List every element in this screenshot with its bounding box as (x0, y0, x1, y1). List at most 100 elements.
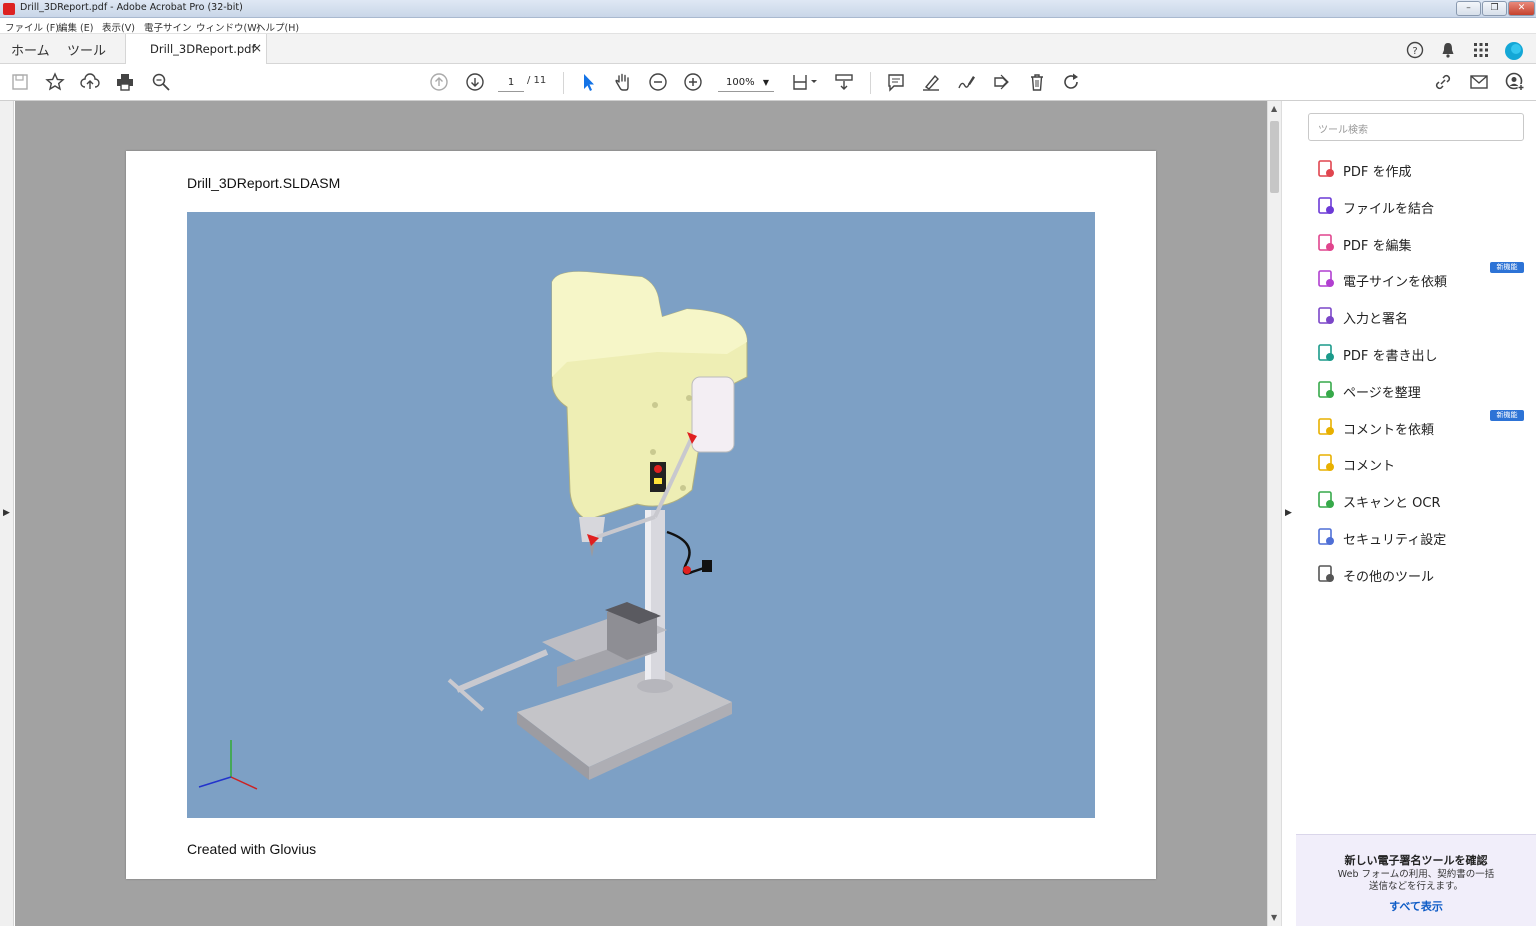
request-comments-icon (1316, 417, 1336, 437)
esign-promo-panel: 新しい電子署名ツールを確認 Web フォームの利用、契約書の一括送信などを行えま… (1296, 834, 1536, 926)
collapse-right-pane-icon: ▶ (1285, 508, 1292, 518)
search-zoom-icon[interactable] (150, 72, 172, 94)
tool-item[interactable]: コメントを依頼 新機能 (1296, 409, 1536, 443)
menu-edit[interactable]: 編集 (E) (58, 20, 93, 34)
tool-item-label: ファイルを結合 (1343, 201, 1435, 217)
edit-pdf-icon (1316, 233, 1336, 253)
chevron-down-icon: ▼ (762, 78, 769, 87)
close-tab-icon[interactable]: × (252, 41, 262, 55)
tool-item[interactable]: ページを整理 (1296, 376, 1536, 406)
tool-item[interactable]: PDF を編集 (1296, 229, 1536, 259)
document-heading: Drill_3DReport.SLDASM (187, 175, 341, 191)
next-page-icon[interactable] (464, 72, 486, 94)
tool-item-label: ページを整理 (1343, 385, 1421, 401)
right-pane-toggle[interactable]: ▶ (1281, 101, 1295, 926)
left-panel-toggle[interactable]: ▶ (0, 101, 14, 926)
minimize-button[interactable]: – (1456, 1, 1481, 16)
tool-item[interactable]: コメント (1296, 449, 1536, 479)
select-pointer-icon[interactable] (577, 72, 599, 94)
promo-show-all-link[interactable]: すべて表示 (1296, 898, 1536, 914)
scroll-up-icon[interactable]: ▲ (1271, 104, 1277, 113)
close-window-button[interactable]: ✕ (1508, 1, 1535, 16)
upload-cloud-icon[interactable] (79, 72, 101, 94)
security-shield-icon (1316, 527, 1336, 547)
scrollbar-thumb[interactable] (1270, 121, 1279, 193)
edit-text-icon[interactable] (990, 72, 1012, 94)
create-pdf-icon (1316, 159, 1336, 179)
scan-ocr-icon (1316, 490, 1336, 510)
scroll-down-icon[interactable]: ▼ (1271, 913, 1277, 922)
tool-item-label: コメント (1343, 459, 1396, 475)
tool-item[interactable]: PDF を書き出し (1296, 339, 1536, 369)
tool-item[interactable]: セキュリティ設定 (1296, 523, 1536, 553)
menu-esign[interactable]: 電子サイン (144, 20, 192, 34)
tool-item[interactable]: 入力と署名 (1296, 302, 1536, 332)
menu-view[interactable]: 表示(V) (102, 20, 135, 34)
page-number-input[interactable]: 1 (498, 73, 524, 92)
menu-bar: ファイル (F) 編集 (E) 表示(V) 電子サイン ウィンドウ(W) ヘルプ… (0, 18, 1536, 34)
sign-pen-icon[interactable] (955, 72, 977, 94)
main-toolbar: 1 / 11 100% ▼ (0, 64, 1536, 101)
page-total: / 11 (527, 75, 547, 86)
3d-model-viewport[interactable] (187, 212, 1095, 818)
account-avatar[interactable] (1504, 41, 1523, 60)
tool-item[interactable]: 電子サインを依頼 新機能 (1296, 262, 1536, 295)
apps-grid-icon[interactable] (1472, 41, 1490, 59)
tool-item[interactable]: その他のツール (1296, 560, 1536, 590)
promo-body: Web フォームの利用、契約書の一括送信などを行えます。 (1337, 869, 1495, 892)
print-icon[interactable] (114, 72, 136, 94)
expand-left-icon: ▶ (3, 508, 10, 518)
tab-tools[interactable]: ツール (67, 40, 106, 59)
zoom-level-select[interactable]: 100% ▼ (718, 73, 774, 92)
comment-icon (1316, 453, 1336, 473)
tool-item[interactable]: PDF を作成 (1296, 155, 1536, 185)
scroll-mode-icon[interactable] (833, 72, 855, 94)
toolbar-divider (870, 72, 871, 94)
new-feature-badge: 新機能 (1490, 409, 1524, 421)
delete-trash-icon[interactable] (1026, 72, 1048, 94)
save-icon[interactable] (9, 72, 31, 94)
bookmark-star-icon[interactable] (44, 72, 66, 94)
combine-files-icon (1316, 196, 1336, 216)
tool-item-label: PDF を書き出し (1343, 349, 1438, 364)
email-icon[interactable] (1468, 72, 1490, 94)
tool-item-label: セキュリティ設定 (1343, 533, 1447, 548)
tool-item[interactable]: スキャンと OCR (1296, 486, 1536, 516)
highlight-pen-icon[interactable] (920, 72, 942, 94)
pdf-page: Drill_3DReport.SLDASM Created with Glovi… (126, 151, 1156, 879)
export-pdf-icon (1316, 343, 1336, 363)
document-footer-text: Created with Glovius (187, 841, 317, 857)
rotate-icon[interactable] (1061, 72, 1083, 94)
tool-item-label: PDF を編集 (1343, 238, 1412, 254)
tool-item-label: PDF を作成 (1343, 165, 1412, 180)
menu-window[interactable]: ウィンドウ(W) (196, 20, 260, 34)
request-signature-icon (1316, 269, 1336, 289)
page-fit-icon[interactable] (790, 72, 820, 94)
menu-file[interactable]: ファイル (F) (5, 20, 59, 34)
zoom-out-icon[interactable] (647, 72, 669, 94)
help-icon[interactable]: ? (1406, 41, 1424, 59)
tab-document[interactable]: Drill_3DReport.pdf × (125, 34, 267, 64)
drill-press-3d-model (198, 271, 748, 790)
comment-icon[interactable] (885, 72, 907, 94)
tool-item-label: スキャンと OCR (1343, 496, 1441, 512)
tool-item[interactable]: ファイルを結合 (1296, 192, 1536, 222)
fill-sign-icon (1316, 306, 1336, 326)
tab-home[interactable]: ホーム (11, 40, 50, 59)
zoom-level-value: 100% (726, 77, 755, 88)
menu-help[interactable]: ヘルプ(H) (256, 20, 299, 34)
tool-search-input[interactable]: ツール検索 (1308, 113, 1524, 141)
notification-bell-icon[interactable] (1439, 41, 1457, 59)
previous-page-icon[interactable] (428, 72, 450, 94)
svg-text:?: ? (1412, 46, 1417, 57)
document-tab-label: Drill_3DReport.pdf (150, 42, 256, 56)
more-tools-icon (1316, 564, 1336, 584)
tab-bar: ホーム ツール Drill_3DReport.pdf × ? (0, 34, 1536, 64)
restore-button[interactable]: ❐ (1482, 1, 1507, 16)
tool-item-label: コメントを依頼 (1343, 422, 1435, 438)
vertical-scrollbar[interactable]: ▲ ▼ (1267, 101, 1281, 926)
zoom-in-icon[interactable] (682, 72, 704, 94)
hand-tool-icon[interactable] (612, 72, 634, 94)
add-user-icon[interactable] (1504, 72, 1526, 94)
share-link-icon[interactable] (1432, 72, 1454, 94)
